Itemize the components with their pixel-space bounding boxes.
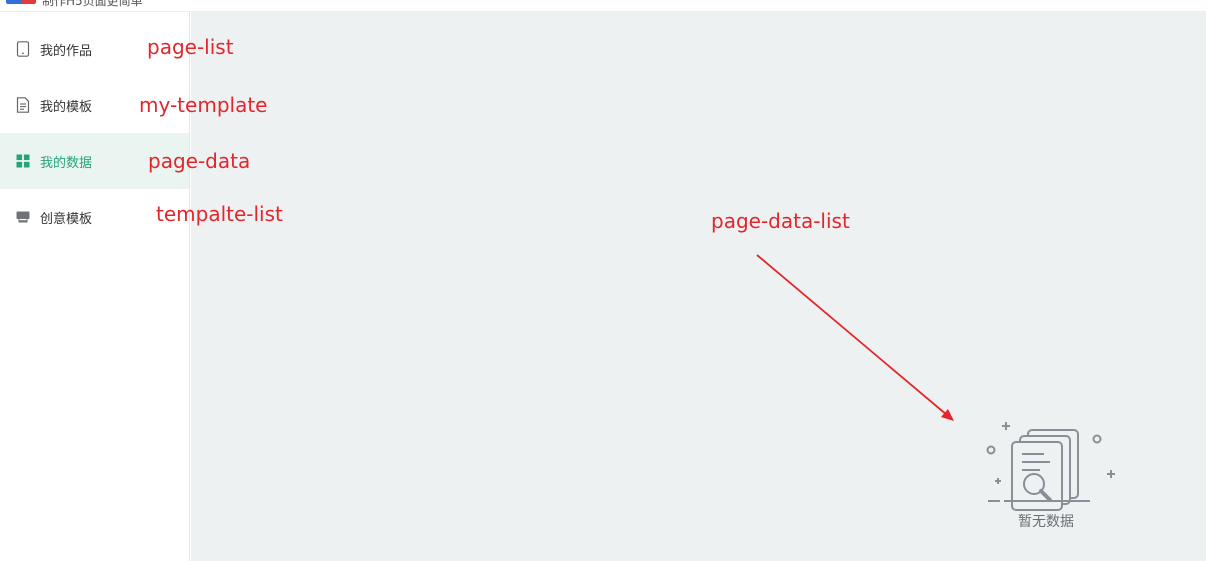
app-logo[interactable] (6, 0, 36, 4)
annotation-template-list: tempalte-list (156, 202, 283, 226)
annotation-page-list: page-list (147, 35, 234, 59)
annotation-page-data: page-data (148, 149, 251, 173)
tablet-icon (15, 41, 31, 57)
sidebar-item-label: 我的作品 (40, 43, 93, 59)
annotation-page-data-list: page-data-list (711, 209, 850, 233)
sidebar-item-label: 我的模板 (40, 99, 93, 115)
annotation-my-template: my-template (139, 93, 268, 117)
app-slogan: 制作H5页面更简单 (42, 0, 143, 8)
sidebar-item-label: 我的数据 (40, 155, 93, 171)
document-icon (15, 97, 31, 113)
grid-icon (15, 153, 31, 169)
empty-state-text: 暂无数据 (1018, 514, 1074, 530)
printer-icon (15, 209, 31, 225)
sidebar-item-label: 创意模板 (40, 211, 93, 227)
top-bar: 制作H5页面更简单 (0, 0, 1206, 12)
